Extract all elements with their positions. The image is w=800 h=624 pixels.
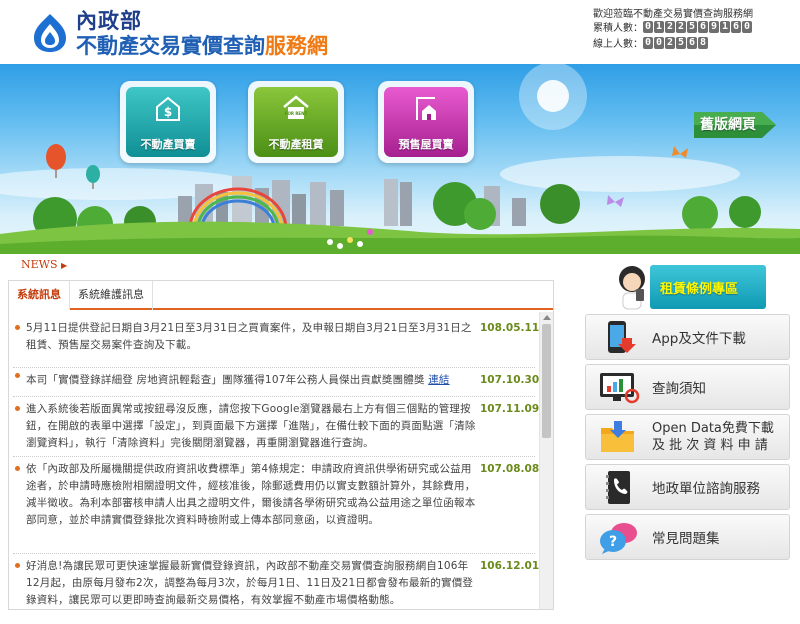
hero-banner: $ 不動產買賣 FOR RENT 不動產租賃 預售屋買賣 舊版網頁 — [0, 64, 800, 254]
app-download-icon — [608, 321, 636, 353]
online-digit: 5 — [676, 36, 686, 49]
bullet-icon — [15, 406, 20, 411]
bullet-icon — [15, 325, 20, 330]
bullet-icon — [15, 466, 20, 471]
news-item[interactable]: 好消息!為讓民眾可更快速掌握最新實價登錄資訊，內政部不動產交易實價查詢服務網自1… — [13, 554, 539, 624]
app-download-button[interactable]: App及文件下載 — [585, 314, 790, 360]
scroll-thumb[interactable] — [542, 324, 551, 438]
phone-book-icon — [606, 471, 630, 504]
news-item-text: 本司「實價登錄詳細登 房地資訊輕鬆查」團隊獲得107年公務人員傑出貢獻獎團體獎 — [26, 374, 429, 386]
buy-sale-label: 不動產買賣 — [140, 138, 196, 151]
news-panel: 系統訊息 系統維護訊息 5月11日提供登記日期自3月21日至3月31日之買賣案件… — [8, 280, 554, 610]
old-site-label: 舊版網頁 — [700, 117, 756, 133]
ministry-emblem-icon[interactable] — [30, 10, 70, 54]
visit-digit: 0 — [742, 20, 752, 33]
news-heading-label: NEWS — [21, 258, 58, 271]
site-header: 內政部 不動產交易實價查詢服務網 歡迎蒞臨不動產交易實價查詢服務網 累積人數： … — [0, 0, 800, 64]
news-item-date: 107.08.08 — [480, 463, 540, 475]
rent-cases-label: 租賃條例專區 — [660, 282, 739, 297]
news-item-link[interactable]: 連結 — [428, 374, 449, 386]
news-item-date: 107.10.30 — [480, 374, 540, 386]
land-office-consult-button[interactable]: 地政單位諮詢服務 — [585, 464, 790, 510]
site-title-main: 不動產交易實價查詢 — [76, 34, 265, 58]
tab-system-messages[interactable]: 系統訊息 — [9, 281, 70, 310]
visit-digit: 2 — [676, 20, 686, 33]
news-scrollbar[interactable] — [539, 312, 553, 609]
welcome-text: 歡迎蒞臨不動產交易實價查詢服務網 — [593, 9, 753, 20]
triangle-right-icon: ▶ — [61, 261, 68, 270]
online-counter: 線上人數： 0 0 2 5 6 8 — [593, 35, 708, 50]
visit-digit: 1 — [720, 20, 730, 33]
visit-counter-label: 累積人數： — [593, 23, 643, 34]
visit-counter: 累積人數： 0 1 2 2 5 6 9 1 6 0 — [593, 19, 752, 34]
scroll-up-icon[interactable] — [543, 315, 551, 320]
online-digit: 8 — [698, 36, 708, 49]
visit-digit: 0 — [643, 20, 653, 33]
faq-label: 常見問題集 — [652, 531, 720, 547]
online-digit: 2 — [665, 36, 675, 49]
news-item-date: 108.05.11 — [480, 322, 540, 334]
house-for-rent-icon: FOR RENT — [283, 95, 309, 119]
news-item[interactable]: 5月11日提供登記日期自3月21日至3月31日之買賣案件，及申報日期自3月21日… — [13, 320, 539, 368]
land-office-consult-label: 地政單位諮詢服務 — [652, 481, 760, 497]
app-download-label: App及文件下載 — [652, 331, 746, 347]
online-counter-label: 線上人數： — [593, 39, 643, 50]
visit-digit: 9 — [709, 20, 719, 33]
news-item[interactable]: 本司「實價登錄詳細登 房地資訊輕鬆查」團隊獲得107年公務人員傑出貢獻獎團體獎 … — [13, 368, 539, 397]
site-title[interactable]: 不動產交易實價查詢服務網 — [76, 30, 328, 60]
svg-text:$: $ — [164, 105, 172, 119]
for-rent-sign-text: FOR RENT — [285, 111, 308, 116]
crane-house-icon — [416, 97, 436, 120]
query-notes-button[interactable]: 查詢須知 — [585, 364, 790, 410]
faq-button[interactable]: ? 常見問題集 — [585, 514, 790, 560]
open-data-label-line1: Open Data免費下載 — [652, 421, 774, 436]
news-heading: NEWS ▶ — [21, 258, 67, 271]
rent-button[interactable]: FOR RENT 不動產租賃 — [248, 81, 344, 163]
open-data-button[interactable]: Open Data免費下載 及 批 次 資 料 申 請 — [585, 414, 790, 460]
visit-digit: 2 — [665, 20, 675, 33]
news-item[interactable]: 進入系統後若版面異常或按鈕尋沒反應，請您按下Google瀏覽器最右上方有個三個點… — [13, 397, 539, 457]
site-title-suffix: 服務網 — [265, 34, 328, 58]
monitor-chart-icon — [600, 373, 640, 404]
online-digit: 6 — [687, 36, 697, 49]
news-item-text: 好消息!為讓民眾可更快速掌握最新實價登錄資訊，內政部不動產交易實價查詢服務網自1… — [26, 560, 474, 606]
visit-digit: 6 — [698, 20, 708, 33]
online-digit: 0 — [643, 36, 653, 49]
news-item-date: 106.12.01 — [480, 560, 540, 572]
news-item-text: 依「內政部及所屬機關提供政府資訊收費標準」第4條規定：申請政府資訊供學術研究或公… — [26, 463, 476, 526]
open-data-label: Open Data免費下載 及 批 次 資 料 申 請 — [652, 420, 774, 454]
rent-label: 不動產租賃 — [268, 138, 324, 151]
presale-label: 預售屋買賣 — [398, 138, 454, 151]
visit-digit: 1 — [654, 20, 664, 33]
presale-button[interactable]: 預售屋買賣 — [378, 81, 474, 163]
old-site-button[interactable]: 舊版網頁 — [694, 110, 778, 140]
online-digit: 0 — [654, 36, 664, 49]
news-tabs: 系統訊息 系統維護訊息 — [9, 281, 553, 310]
question-bubbles-icon: ? — [600, 523, 637, 554]
visit-digit: 5 — [687, 20, 697, 33]
news-item-text: 進入系統後若版面異常或按鈕尋沒反應，請您按下Google瀏覽器最右上方有個三個點… — [26, 403, 476, 449]
query-notes-label: 查詢須知 — [652, 381, 706, 397]
girl-avatar-icon — [619, 266, 645, 310]
news-item-text: 5月11日提供登記日期自3月21日至3月31日之買賣案件，及申報日期自3月21日… — [26, 322, 472, 351]
open-data-label-line2: 及 批 次 資 料 申 請 — [652, 438, 768, 453]
news-item-text-wrapper: 本司「實價登錄詳細登 房地資訊輕鬆查」團隊獲得107年公務人員傑出貢獻獎團體獎 … — [26, 372, 482, 389]
buy-sale-button[interactable]: $ 不動產買賣 — [120, 81, 216, 163]
news-item[interactable]: 依「內政部及所屬機關提供政府資訊收費標準」第4條規定：申請政府資訊供學術研究或公… — [13, 457, 539, 554]
rent-cases-banner[interactable]: 租賃條例專區 — [612, 263, 768, 311]
svg-text:?: ? — [609, 534, 617, 550]
bullet-icon — [15, 563, 20, 568]
tab-maintenance-messages[interactable]: 系統維護訊息 — [70, 281, 153, 310]
news-item-date: 107.11.09 — [480, 403, 540, 415]
house-dollar-icon: $ — [156, 96, 180, 121]
rent-cases-box: 租賃條例專區 — [650, 265, 766, 309]
visit-digit: 6 — [731, 20, 741, 33]
bullet-icon — [15, 373, 20, 378]
folder-download-icon — [601, 421, 634, 452]
